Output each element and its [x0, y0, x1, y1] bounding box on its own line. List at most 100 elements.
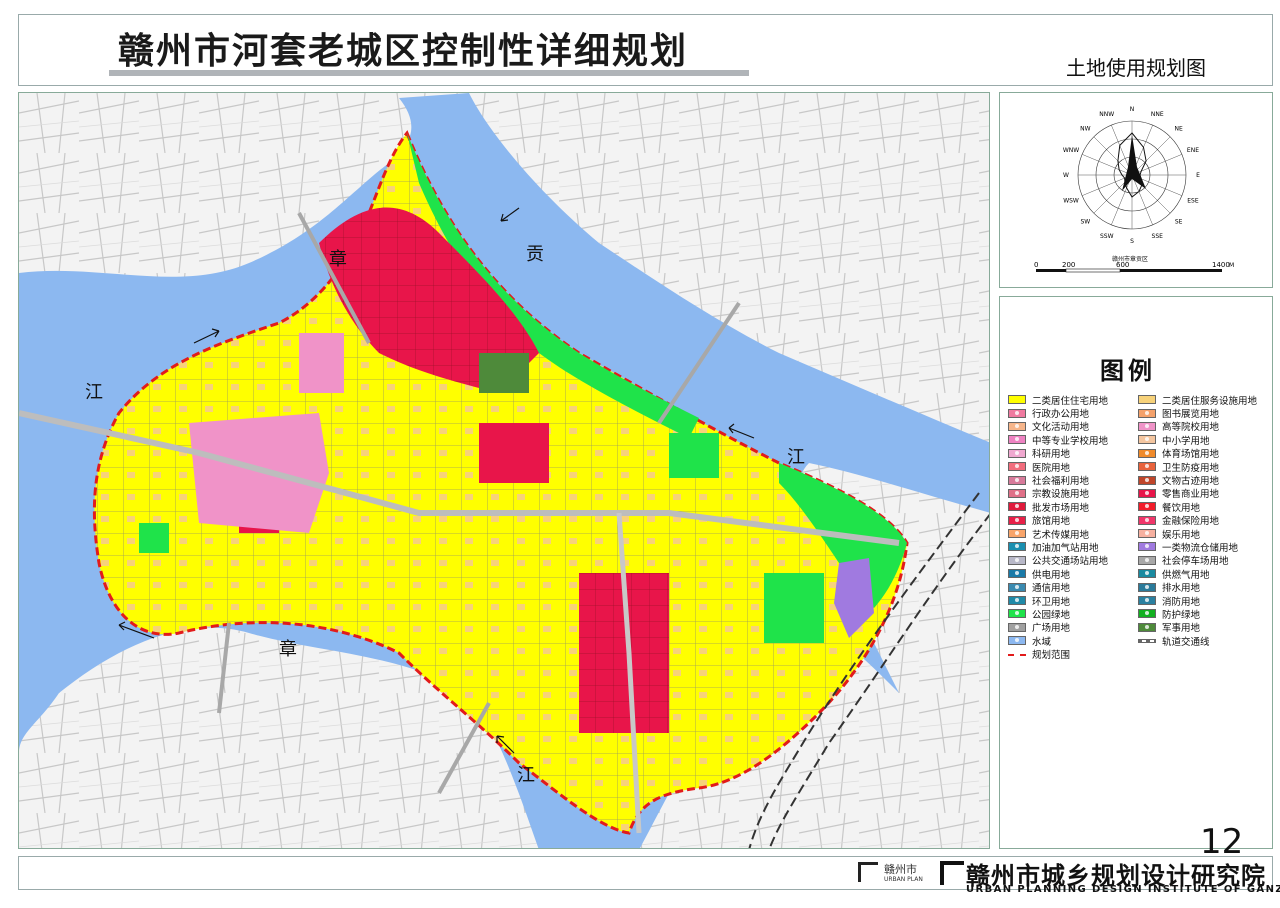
park-north-east: [669, 433, 719, 478]
legend-item: 社会福利用地: [1008, 473, 1138, 488]
legend-swatch: [1138, 582, 1156, 592]
legend-label: 金融保险用地: [1162, 516, 1220, 528]
legend-swatch: [1138, 421, 1156, 431]
land-use-map[interactable]: 章 贡 江 江 章 江: [18, 92, 990, 849]
legend-item: 图书展览用地: [1138, 406, 1268, 421]
legend-label: 图书展览用地: [1162, 409, 1220, 421]
legend-item: 行政办公用地: [1008, 406, 1138, 421]
legend-item: 消防用地: [1138, 594, 1268, 608]
legend-swatch: [1138, 488, 1156, 498]
school-area-north: [299, 333, 344, 393]
legend-swatch: [1008, 636, 1026, 646]
legend-label: 体育场馆用地: [1162, 449, 1220, 461]
wind-rose-panel: N NNE NE ENE E ESE SE SSE S SSW SW WSW W WNW NW NNW 赣州市…: [999, 92, 1273, 288]
legend-label: 社会停车场用地: [1162, 556, 1229, 568]
legend-item: 供燃气用地: [1138, 567, 1268, 581]
legend-item: 排水用地: [1138, 580, 1268, 594]
legend-label: 防护绿地: [1162, 609, 1201, 621]
wind-direction-label: WNW: [1063, 147, 1079, 154]
legend-label: 医院用地: [1032, 462, 1071, 474]
legend-label: 环卫用地: [1032, 596, 1071, 608]
legend-label: 公共交通场站用地: [1032, 556, 1109, 568]
legend-swatch: [1008, 408, 1026, 418]
legend-label: 广场用地: [1032, 623, 1071, 635]
legend-item: 二类居住服务设施用地: [1138, 393, 1268, 407]
legend-item: 零售商业用地: [1138, 487, 1268, 500]
legend-label: 零售商业用地: [1162, 489, 1220, 501]
legend-swatch: [1008, 596, 1026, 606]
legend-swatch: [1138, 435, 1156, 445]
legend-swatch: [1138, 609, 1156, 619]
legend-swatch: [1008, 653, 1026, 657]
legend-item: 批发市场用地: [1008, 500, 1138, 514]
legend-swatch: [1008, 421, 1026, 431]
legend-label: 中等专业学校用地: [1032, 435, 1109, 447]
legend-label: 娱乐用地: [1162, 529, 1201, 541]
legend-label: 行政办公用地: [1032, 409, 1090, 421]
legend-label: 社会福利用地: [1032, 476, 1090, 488]
legend-item: 轨道交通线: [1138, 634, 1268, 648]
legend-item: 宗教设施用地: [1008, 487, 1138, 500]
legend-label: 文化活动用地: [1032, 422, 1090, 434]
legend-label: 供电用地: [1032, 569, 1071, 581]
legend-swatch: [1008, 609, 1026, 619]
legend-label: 消防用地: [1162, 596, 1201, 608]
legend-item: 中小学用地: [1138, 433, 1268, 447]
legend-item: 金融保险用地: [1138, 514, 1268, 527]
legend-label: 一类物流仓储用地: [1162, 543, 1239, 554]
wind-rose-core: [1122, 135, 1146, 191]
wind-direction-label: SSE: [1152, 233, 1164, 240]
legend-label: 卫生防疫用地: [1162, 462, 1220, 474]
wind-direction-label: WSW: [1063, 197, 1079, 204]
legend-label: 文物古迹用地: [1162, 476, 1220, 488]
wind-direction-label: ENE: [1187, 147, 1199, 154]
legend-item: 公共交通场站用地: [1008, 554, 1138, 567]
park-west: [139, 523, 169, 553]
map-sheet: 赣州市河套老城区控制性详细规划 土地使用规划图 章 贡 江 江 章 江 N NN…: [0, 0, 1280, 908]
legend-label: 供燃气用地: [1162, 569, 1210, 581]
institute-name-english: URBAN PLANNING DESIGN INSTITUTE OF GANZH…: [966, 884, 1280, 895]
legend-label: 二类居住住宅用地: [1032, 395, 1109, 407]
legend-label: 军事用地: [1162, 623, 1201, 635]
legend-swatch: [1008, 395, 1026, 405]
institute-logo-icon: [940, 861, 964, 885]
legend-item: 环卫用地: [1008, 594, 1138, 608]
legend-item: 医院用地: [1008, 460, 1138, 474]
legend-item: 体育场馆用地: [1138, 447, 1268, 460]
legend-label: 轨道交通线: [1162, 636, 1210, 648]
legend-swatch: [1138, 555, 1156, 565]
legend-swatch: [1138, 502, 1156, 512]
legend-label: 通信用地: [1032, 583, 1071, 595]
legend-label: 餐饮用地: [1162, 502, 1201, 514]
legend-item: 一类物流仓储用地: [1138, 540, 1268, 554]
legend-swatch: [1138, 475, 1156, 485]
scale-unit: M: [1229, 262, 1234, 269]
legend-label: 水域: [1032, 636, 1052, 648]
wind-direction-label: S: [1130, 238, 1134, 245]
wind-direction-label: SSW: [1100, 233, 1114, 240]
footer-small-name: 赣州市: [884, 863, 917, 876]
legend-swatch: [1008, 515, 1026, 525]
legend-item: 军事用地: [1138, 621, 1268, 634]
page-title: 赣州市河套老城区控制性详细规划: [118, 31, 689, 72]
map-canvas: 章 贡 江 江 章 江: [19, 93, 989, 848]
legend-item: 中等专业学校用地: [1008, 433, 1138, 447]
legend-item: 规划范围: [1008, 647, 1138, 661]
legend-swatch: [1008, 475, 1026, 485]
legend-item: 文物古迹用地: [1138, 473, 1268, 488]
wind-direction-label: NNE: [1151, 111, 1164, 118]
legend-swatch: [1138, 542, 1156, 552]
legend-swatch: [1008, 529, 1026, 539]
legend-swatch: [1008, 462, 1026, 472]
legend-swatch: [1138, 596, 1156, 606]
legend-item: 科研用地: [1008, 447, 1138, 460]
legend-item: 水域: [1008, 634, 1138, 648]
legend-label: 二类居住服务设施用地: [1162, 395, 1258, 407]
legend-item: 娱乐用地: [1138, 527, 1268, 541]
scale-label-200: 200: [1062, 261, 1075, 269]
legend-label: 批发市场用地: [1032, 502, 1090, 514]
legend-swatch: [1138, 462, 1156, 472]
legend-swatch: [1138, 448, 1156, 458]
legend-item: 餐饮用地: [1138, 500, 1268, 514]
legend-swatch: [1138, 515, 1156, 525]
